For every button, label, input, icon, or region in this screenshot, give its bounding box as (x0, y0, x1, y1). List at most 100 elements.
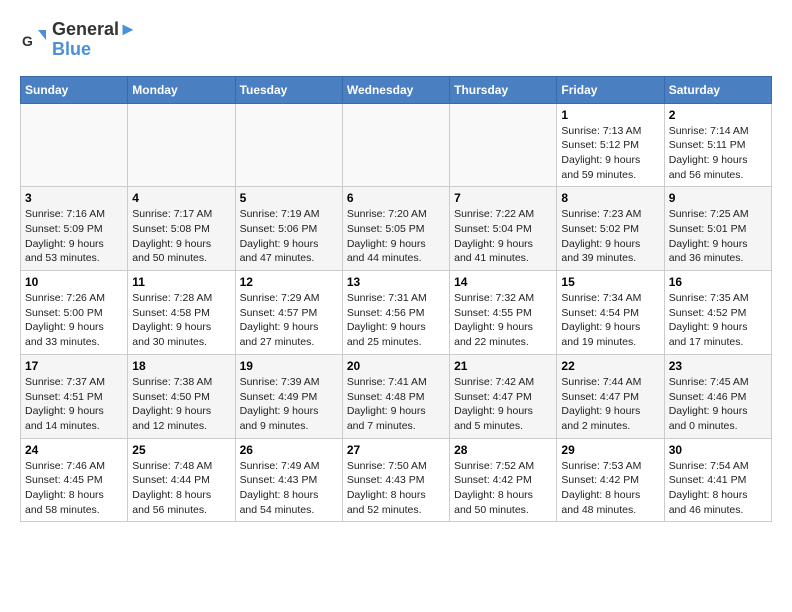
day-info: Sunrise: 7:41 AMSunset: 4:48 PMDaylight:… (347, 375, 445, 434)
calendar-cell: 27 Sunrise: 7:50 AMSunset: 4:43 PMDayligh… (342, 438, 449, 522)
day-number: 28 (454, 443, 552, 457)
day-number: 25 (132, 443, 230, 457)
day-info: Sunrise: 7:42 AMSunset: 4:47 PMDaylight:… (454, 375, 552, 434)
calendar-cell: 23 Sunrise: 7:45 AMSunset: 4:46 PMDayligh… (664, 354, 771, 438)
day-info: Sunrise: 7:19 AMSunset: 5:06 PMDaylight:… (240, 207, 338, 266)
day-info: Sunrise: 7:39 AMSunset: 4:49 PMDaylight:… (240, 375, 338, 434)
calendar-cell: 21 Sunrise: 7:42 AMSunset: 4:47 PMDayligh… (450, 354, 557, 438)
calendar-cell: 9 Sunrise: 7:25 AMSunset: 5:01 PMDaylight… (664, 187, 771, 271)
logo-icon: G (20, 26, 48, 54)
day-info: Sunrise: 7:20 AMSunset: 5:05 PMDaylight:… (347, 207, 445, 266)
day-number: 4 (132, 191, 230, 205)
calendar-cell: 5 Sunrise: 7:19 AMSunset: 5:06 PMDaylight… (235, 187, 342, 271)
day-info: Sunrise: 7:50 AMSunset: 4:43 PMDaylight:… (347, 459, 445, 518)
day-info: Sunrise: 7:46 AMSunset: 4:45 PMDaylight:… (25, 459, 123, 518)
calendar-cell: 25 Sunrise: 7:48 AMSunset: 4:44 PMDayligh… (128, 438, 235, 522)
day-info: Sunrise: 7:38 AMSunset: 4:50 PMDaylight:… (132, 375, 230, 434)
calendar-cell (21, 103, 128, 187)
day-number: 17 (25, 359, 123, 373)
day-info: Sunrise: 7:16 AMSunset: 5:09 PMDaylight:… (25, 207, 123, 266)
day-number: 21 (454, 359, 552, 373)
calendar-cell: 7 Sunrise: 7:22 AMSunset: 5:04 PMDaylight… (450, 187, 557, 271)
day-number: 9 (669, 191, 767, 205)
day-number: 3 (25, 191, 123, 205)
day-number: 10 (25, 275, 123, 289)
day-info: Sunrise: 7:52 AMSunset: 4:42 PMDaylight:… (454, 459, 552, 518)
svg-text:G: G (22, 33, 33, 49)
day-info: Sunrise: 7:22 AMSunset: 5:04 PMDaylight:… (454, 207, 552, 266)
col-header-thursday: Thursday (450, 76, 557, 103)
calendar-cell: 4 Sunrise: 7:17 AMSunset: 5:08 PMDaylight… (128, 187, 235, 271)
calendar-cell: 1Sunrise: 7:13 AMSunset: 5:12 PMDaylight… (557, 103, 664, 187)
day-number: 27 (347, 443, 445, 457)
day-info: Sunrise: 7:25 AMSunset: 5:01 PMDaylight:… (669, 207, 767, 266)
calendar-cell: 22 Sunrise: 7:44 AMSunset: 4:47 PMDayligh… (557, 354, 664, 438)
day-info: Sunrise: 7:53 AMSunset: 4:42 PMDaylight:… (561, 459, 659, 518)
day-number: 6 (347, 191, 445, 205)
day-info: Sunrise: 7:49 AMSunset: 4:43 PMDaylight:… (240, 459, 338, 518)
day-number: 18 (132, 359, 230, 373)
day-number: 2 (669, 108, 767, 122)
day-number: 7 (454, 191, 552, 205)
day-info: Sunrise: 7:14 AMSunset: 5:11 PMDaylight:… (669, 124, 767, 183)
col-header-monday: Monday (128, 76, 235, 103)
day-info: Sunrise: 7:26 AMSunset: 5:00 PMDaylight:… (25, 291, 123, 350)
calendar-week-3: 10 Sunrise: 7:26 AMSunset: 5:00 PMDayligh… (21, 271, 772, 355)
calendar-cell (450, 103, 557, 187)
day-number: 5 (240, 191, 338, 205)
calendar-cell: 28 Sunrise: 7:52 AMSunset: 4:42 PMDayligh… (450, 438, 557, 522)
calendar-cell: 3 Sunrise: 7:16 AMSunset: 5:09 PMDaylight… (21, 187, 128, 271)
day-number: 20 (347, 359, 445, 373)
day-number: 12 (240, 275, 338, 289)
day-info: Sunrise: 7:23 AMSunset: 5:02 PMDaylight:… (561, 207, 659, 266)
day-number: 1 (561, 108, 659, 122)
calendar-cell: 16Sunrise: 7:35 AMSunset: 4:52 PMDayligh… (664, 271, 771, 355)
day-info: Sunrise: 7:44 AMSunset: 4:47 PMDaylight:… (561, 375, 659, 434)
calendar-table: SundayMondayTuesdayWednesdayThursdayFrid… (20, 76, 772, 523)
day-info: Sunrise: 7:32 AMSunset: 4:55 PMDaylight:… (454, 291, 552, 350)
calendar-cell: 11 Sunrise: 7:28 AMSunset: 4:58 PMDayligh… (128, 271, 235, 355)
calendar-header-row: SundayMondayTuesdayWednesdayThursdayFrid… (21, 76, 772, 103)
day-number: 22 (561, 359, 659, 373)
calendar-cell: 18 Sunrise: 7:38 AMSunset: 4:50 PMDayligh… (128, 354, 235, 438)
calendar-cell (235, 103, 342, 187)
day-number: 23 (669, 359, 767, 373)
calendar-cell: 13 Sunrise: 7:31 AMSunset: 4:56 PMDayligh… (342, 271, 449, 355)
calendar-cell: 15Sunrise: 7:34 AMSunset: 4:54 PMDayligh… (557, 271, 664, 355)
calendar-cell: 30Sunrise: 7:54 AMSunset: 4:41 PMDayligh… (664, 438, 771, 522)
calendar-cell (342, 103, 449, 187)
calendar-cell: 20 Sunrise: 7:41 AMSunset: 4:48 PMDayligh… (342, 354, 449, 438)
day-info: Sunrise: 7:34 AMSunset: 4:54 PMDaylight:… (561, 291, 659, 350)
calendar-cell: 14 Sunrise: 7:32 AMSunset: 4:55 PMDayligh… (450, 271, 557, 355)
day-number: 13 (347, 275, 445, 289)
day-number: 11 (132, 275, 230, 289)
day-info: Sunrise: 7:48 AMSunset: 4:44 PMDaylight:… (132, 459, 230, 518)
day-info: Sunrise: 7:54 AMSunset: 4:41 PMDaylight:… (669, 459, 767, 518)
day-info: Sunrise: 7:28 AMSunset: 4:58 PMDaylight:… (132, 291, 230, 350)
calendar-cell: 10 Sunrise: 7:26 AMSunset: 5:00 PMDayligh… (21, 271, 128, 355)
day-number: 14 (454, 275, 552, 289)
col-header-friday: Friday (557, 76, 664, 103)
col-header-tuesday: Tuesday (235, 76, 342, 103)
day-info: Sunrise: 7:31 AMSunset: 4:56 PMDaylight:… (347, 291, 445, 350)
calendar-week-4: 17Sunrise: 7:37 AMSunset: 4:51 PMDayligh… (21, 354, 772, 438)
calendar-cell: 17Sunrise: 7:37 AMSunset: 4:51 PMDayligh… (21, 354, 128, 438)
calendar-week-5: 24Sunrise: 7:46 AMSunset: 4:45 PMDayligh… (21, 438, 772, 522)
calendar-cell: 12 Sunrise: 7:29 AMSunset: 4:57 PMDayligh… (235, 271, 342, 355)
calendar-cell: 19Sunrise: 7:39 AMSunset: 4:49 PMDayligh… (235, 354, 342, 438)
calendar-cell: 2 Sunrise: 7:14 AMSunset: 5:11 PMDaylight… (664, 103, 771, 187)
day-number: 8 (561, 191, 659, 205)
col-header-sunday: Sunday (21, 76, 128, 103)
logo-text: General► Blue (52, 20, 137, 60)
day-info: Sunrise: 7:29 AMSunset: 4:57 PMDaylight:… (240, 291, 338, 350)
day-info: Sunrise: 7:45 AMSunset: 4:46 PMDaylight:… (669, 375, 767, 434)
logo: G General► Blue (20, 20, 137, 60)
calendar-cell: 29Sunrise: 7:53 AMSunset: 4:42 PMDayligh… (557, 438, 664, 522)
day-number: 26 (240, 443, 338, 457)
calendar-cell (128, 103, 235, 187)
day-number: 16 (669, 275, 767, 289)
col-header-saturday: Saturday (664, 76, 771, 103)
calendar-week-2: 3 Sunrise: 7:16 AMSunset: 5:09 PMDaylight… (21, 187, 772, 271)
day-info: Sunrise: 7:17 AMSunset: 5:08 PMDaylight:… (132, 207, 230, 266)
calendar-cell: 26 Sunrise: 7:49 AMSunset: 4:43 PMDayligh… (235, 438, 342, 522)
